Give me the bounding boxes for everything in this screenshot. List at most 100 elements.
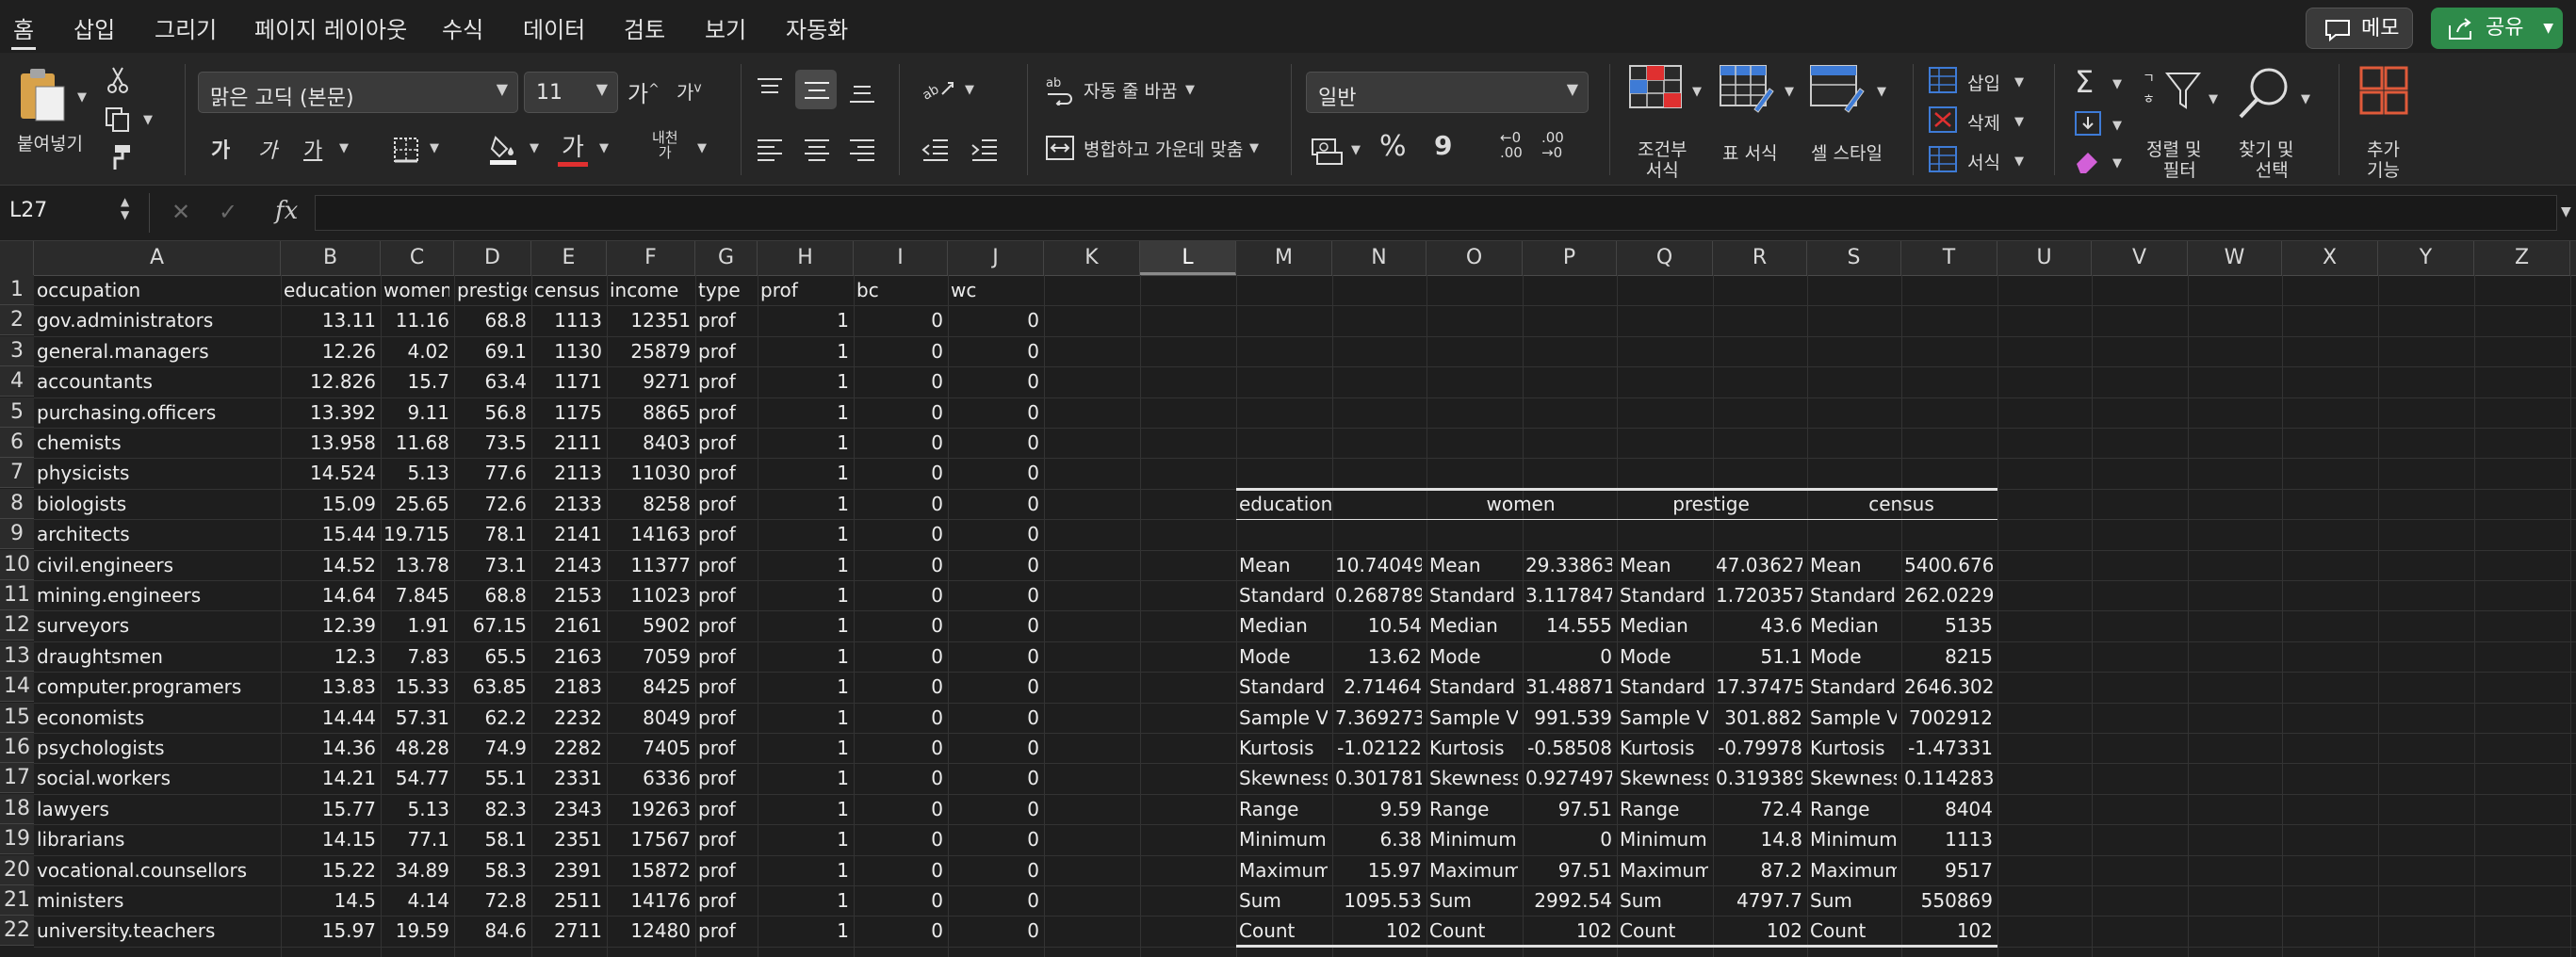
table-cell[interactable]: 0 xyxy=(856,794,943,824)
stats-label-cell[interactable]: Maximum xyxy=(1810,855,1897,885)
table-cell[interactable]: 12.39 xyxy=(284,610,376,641)
table-format-button[interactable]: ▼ 표 서식 xyxy=(1713,64,1803,181)
indent-icon[interactable] xyxy=(969,136,1001,164)
column-header-z[interactable]: Z xyxy=(2474,241,2570,275)
stats-label-cell[interactable]: Sample V. xyxy=(1810,703,1897,733)
chevron-down-icon[interactable]: ▼ xyxy=(2112,119,2122,133)
stats-value-cell[interactable]: 9.59 xyxy=(1335,794,1422,824)
phonetic-button[interactable]: 내천 가 xyxy=(652,130,678,160)
table-cell[interactable]: 0 xyxy=(856,855,943,885)
accounting-format-icon[interactable] xyxy=(1310,134,1344,166)
stats-label-cell[interactable]: Standard xyxy=(1620,580,1708,610)
table-cell[interactable]: 0 xyxy=(951,580,1039,610)
table-cell[interactable]: 48.28 xyxy=(383,733,449,763)
stats-label-cell[interactable]: Maximum xyxy=(1239,855,1328,885)
table-cell[interactable]: 2111 xyxy=(534,428,602,458)
table-cell[interactable]: 0 xyxy=(856,824,943,854)
stats-value-cell[interactable]: 0 xyxy=(1525,641,1612,672)
table-cell[interactable]: 0 xyxy=(856,519,943,549)
table-cell[interactable]: 0 xyxy=(856,672,943,702)
table-cell[interactable]: 5902 xyxy=(610,610,691,641)
column-header-s[interactable]: S xyxy=(1807,241,1901,275)
table-cell[interactable]: 15872 xyxy=(610,855,691,885)
font-color-button[interactable]: 가 xyxy=(562,128,584,163)
table-cell[interactable]: 1 xyxy=(760,916,849,946)
table-cell[interactable]: 0 xyxy=(856,489,943,519)
stats-value-cell[interactable]: 29.33863 xyxy=(1525,550,1612,580)
stats-value-cell[interactable]: 51.1 xyxy=(1716,641,1802,672)
table-cell[interactable]: 8865 xyxy=(610,397,691,428)
table-cell[interactable]: 4.02 xyxy=(383,336,449,366)
column-header-o[interactable]: O xyxy=(1427,241,1523,275)
tab-automate[interactable]: 자동화 xyxy=(786,11,848,44)
tab-formulas[interactable]: 수식 xyxy=(442,11,483,44)
table-cell[interactable]: 56.8 xyxy=(457,397,527,428)
column-header-q[interactable]: Q xyxy=(1617,241,1713,275)
table-cell[interactable]: 77.6 xyxy=(457,458,527,488)
stats-label-cell[interactable]: Sample V. xyxy=(1239,703,1328,733)
stats-value-cell[interactable]: 13.62 xyxy=(1335,641,1422,672)
table-cell[interactable]: 15.09 xyxy=(284,489,376,519)
share-button[interactable]: 공유 ▼ xyxy=(2431,8,2563,49)
column-header-m[interactable]: M xyxy=(1236,241,1332,275)
table-cell[interactable]: 14163 xyxy=(610,519,691,549)
stats-value-cell[interactable]: 14.555 xyxy=(1525,610,1612,641)
table-cell[interactable]: 17567 xyxy=(610,824,691,854)
table-cell[interactable]: 15.44 xyxy=(284,519,376,549)
stats-label-cell[interactable]: Minimum xyxy=(1429,824,1518,854)
table-cell[interactable]: 62.2 xyxy=(457,703,527,733)
table-cell[interactable]: 2133 xyxy=(534,489,602,519)
chevron-down-icon[interactable]: ▼ xyxy=(2112,77,2122,91)
table-cell[interactable]: 68.8 xyxy=(457,580,527,610)
column-header-d[interactable]: D xyxy=(454,241,531,275)
table-cell[interactable]: 2343 xyxy=(534,794,602,824)
chevron-down-icon[interactable]: ▼ xyxy=(339,141,349,155)
table-cell[interactable]: 0 xyxy=(856,366,943,397)
table-cell[interactable]: 1175 xyxy=(534,397,602,428)
table-cell[interactable]: prof xyxy=(698,580,753,610)
table-cell[interactable]: 1 xyxy=(760,366,849,397)
stats-label-cell[interactable]: Median xyxy=(1429,610,1518,641)
column-header-a[interactable]: A xyxy=(34,241,281,275)
column-header-j[interactable]: J xyxy=(948,241,1044,275)
stats-group-title[interactable]: women xyxy=(1429,489,1612,519)
table-cell[interactable]: 14.52 xyxy=(284,550,376,580)
tab-view[interactable]: 보기 xyxy=(705,11,746,44)
table-cell[interactable]: 15.97 xyxy=(284,916,376,946)
table-cell[interactable]: 15.77 xyxy=(284,794,376,824)
table-cell[interactable]: prof xyxy=(698,703,753,733)
stats-label-cell[interactable]: Sum xyxy=(1810,885,1897,916)
table-cell[interactable]: 0 xyxy=(951,855,1039,885)
table-cell[interactable]: 19.715 xyxy=(383,519,449,549)
stats-label-cell[interactable]: Kurtosis xyxy=(1239,733,1328,763)
stats-value-cell[interactable]: 0.319389 xyxy=(1716,763,1802,793)
align-bottom-icon[interactable] xyxy=(846,79,878,107)
table-cell[interactable]: 0 xyxy=(951,794,1039,824)
table-cell[interactable]: 11.68 xyxy=(383,428,449,458)
stats-label-cell[interactable]: Kurtosis xyxy=(1810,733,1897,763)
table-cell[interactable]: surveyors xyxy=(37,610,276,641)
stats-label-cell[interactable]: Median xyxy=(1239,610,1328,641)
stats-label-cell[interactable]: Standard xyxy=(1810,580,1897,610)
stats-group-title[interactable]: census xyxy=(1810,489,1993,519)
row-header-5[interactable]: 5 xyxy=(0,397,34,428)
function-icon[interactable]: fx xyxy=(275,197,298,225)
table-cell[interactable]: prof xyxy=(698,641,753,672)
stats-label-cell[interactable]: Skewness xyxy=(1810,763,1897,793)
table-cell[interactable]: 13.392 xyxy=(284,397,376,428)
row-header-1[interactable]: 1 xyxy=(0,275,34,305)
table-cell[interactable]: 68.8 xyxy=(457,305,527,335)
table-cell[interactable]: 1 xyxy=(760,794,849,824)
table-cell[interactable]: 1130 xyxy=(534,336,602,366)
align-center-icon[interactable] xyxy=(801,136,833,164)
table-cell[interactable]: 13.78 xyxy=(383,550,449,580)
stats-label-cell[interactable]: Median xyxy=(1620,610,1708,641)
row-header-19[interactable]: 19 xyxy=(0,824,34,855)
row-header-6[interactable]: 6 xyxy=(0,428,34,458)
stats-value-cell[interactable]: 97.51 xyxy=(1525,794,1612,824)
column-header-y[interactable]: Y xyxy=(2378,241,2474,275)
table-cell[interactable]: 6336 xyxy=(610,763,691,793)
table-cell[interactable]: 72.6 xyxy=(457,489,527,519)
column-header-g[interactable]: G xyxy=(695,241,758,275)
row-header-16[interactable]: 16 xyxy=(0,733,34,763)
